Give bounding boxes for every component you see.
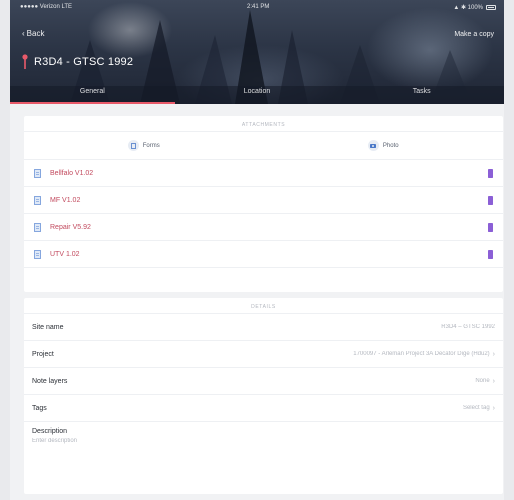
- attachment-item[interactable]: Repair V5.92: [24, 214, 503, 241]
- tab-general[interactable]: General: [10, 82, 175, 104]
- map-pin-icon: [22, 54, 28, 69]
- tags-value: Select tag: [462, 405, 490, 411]
- project-value: 1700097 - Arleman Project 3A Decator Dig…: [353, 351, 490, 357]
- chevron-right-icon: ›: [492, 350, 495, 358]
- add-form-button[interactable]: Forms: [24, 140, 264, 151]
- attachment-item[interactable]: MF V1.02: [24, 187, 503, 214]
- add-form-label: Forms: [142, 142, 160, 149]
- delete-icon[interactable]: [488, 222, 493, 232]
- attachment-list: Bellfalo V1.02 MF V1.02 Repair V5.92 UTV…: [24, 160, 503, 268]
- project-row[interactable]: Project 1700097 - Arleman Project 3A Dec…: [24, 341, 503, 368]
- delete-icon[interactable]: [488, 168, 493, 178]
- tags-label: Tags: [32, 404, 47, 412]
- description-block: Description: [24, 422, 503, 450]
- tab-tasks[interactable]: Tasks: [339, 82, 504, 104]
- document-icon: [34, 222, 41, 232]
- make-copy-button[interactable]: Make a copy: [454, 31, 494, 38]
- site-name-value: R3D4 – GTSC 1992: [441, 324, 495, 330]
- back-button[interactable]: ‹ Back: [22, 29, 44, 38]
- site-header-banner: ●●●●● Verizon LTE 2:41 PM ▲ ✱ 100% ‹ Bac…: [10, 0, 504, 104]
- attachment-item[interactable]: UTV 1.02: [24, 241, 503, 268]
- page-title: R3D4 - GTSC 1992: [22, 54, 133, 70]
- attachments-section-title: ATTACHMENTS: [24, 116, 503, 132]
- status-bar: ●●●●● Verizon LTE 2:41 PM ▲ ✱ 100%: [10, 4, 504, 14]
- delete-icon[interactable]: [488, 195, 493, 205]
- note-layers-value: None: [475, 378, 490, 384]
- attachment-name: UTV 1.02: [50, 250, 80, 258]
- status-time: 2:41 PM: [247, 4, 270, 10]
- document-icon: [34, 249, 41, 259]
- site-title-text: R3D4 - GTSC 1992: [34, 56, 134, 68]
- tab-location[interactable]: Location: [175, 82, 340, 104]
- site-name-label: Site name: [32, 323, 64, 331]
- tags-row[interactable]: Tags Select tag ›: [24, 395, 503, 422]
- chevron-right-icon: ›: [492, 377, 495, 385]
- details-card: DETAILS Site name R3D4 – GTSC 1992 Proje…: [24, 298, 503, 494]
- attachments-card: ATTACHMENTS Forms Photo Bellfalo V1.02 M…: [24, 116, 503, 292]
- attachment-name: Repair V5.92: [50, 223, 91, 231]
- carrier-text: ●●●●● Verizon LTE: [20, 4, 73, 10]
- description-label: Description: [32, 428, 68, 435]
- attachment-item[interactable]: Bellfalo V1.02: [24, 160, 503, 187]
- note-layers-row[interactable]: Note layers None ›: [24, 368, 503, 395]
- add-photo-label: Photo: [382, 142, 399, 149]
- delete-icon[interactable]: [488, 249, 493, 259]
- back-button-label: Back: [26, 29, 45, 38]
- document-icon: [34, 168, 41, 178]
- note-layers-label: Note layers: [32, 377, 68, 385]
- add-attachment-row: Forms Photo: [24, 132, 503, 160]
- form-icon: [127, 140, 139, 151]
- camera-icon: [367, 140, 379, 151]
- description-input[interactable]: [32, 438, 495, 444]
- project-label: Project: [32, 350, 54, 358]
- tab-bar: General Location Tasks: [10, 82, 504, 104]
- details-section-title: DETAILS: [24, 298, 503, 314]
- attachment-name: MF V1.02: [50, 196, 81, 204]
- chevron-left-icon: ‹: [22, 29, 25, 38]
- status-indicators: ▲ ✱ 100%: [453, 4, 496, 11]
- document-icon: [34, 195, 41, 205]
- battery-text: ▲ ✱ 100%: [453, 5, 483, 11]
- site-name-row[interactable]: Site name R3D4 – GTSC 1992: [24, 314, 503, 341]
- attachment-name: Bellfalo V1.02: [50, 169, 94, 177]
- battery-icon: [486, 5, 496, 10]
- chevron-right-icon: ›: [492, 404, 495, 412]
- add-photo-button[interactable]: Photo: [264, 140, 504, 151]
